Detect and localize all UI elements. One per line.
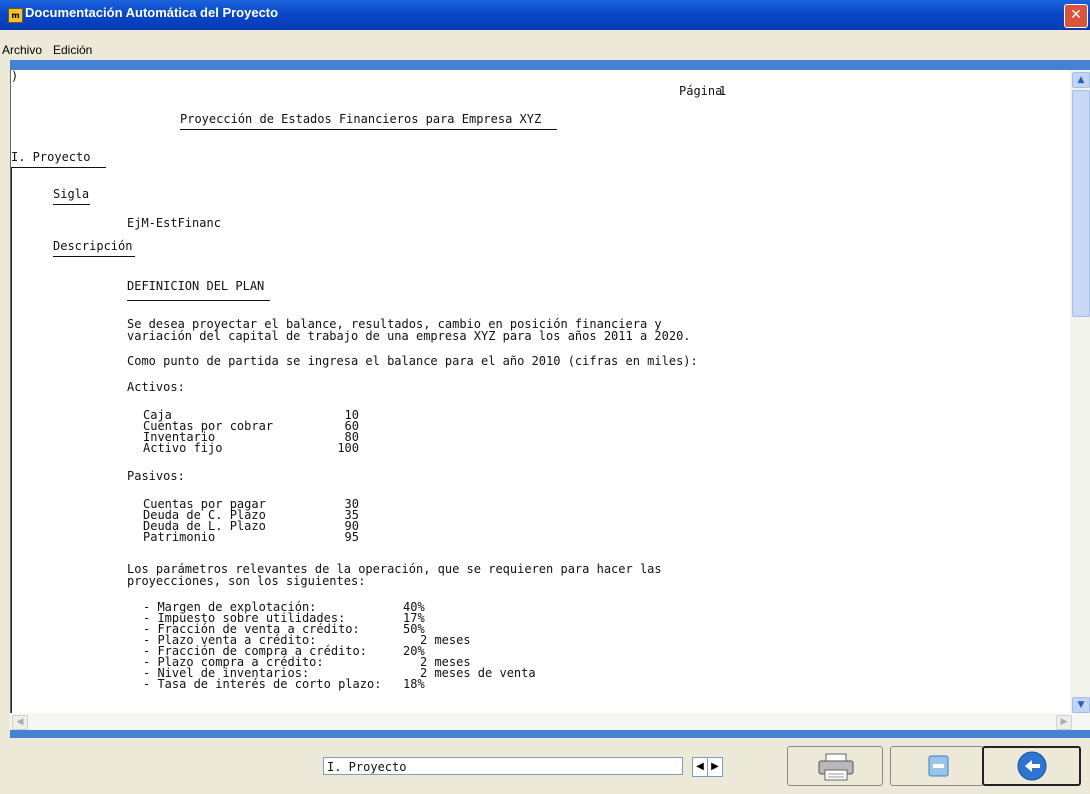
close-button[interactable]: ✕ xyxy=(1064,4,1088,28)
title-bar: m Documentación Automática del Proyecto … xyxy=(0,0,1090,30)
page-label: Página xyxy=(679,84,723,98)
paragraph-line: variación del capital de trabajo de una … xyxy=(127,329,691,343)
parametro-value: 2 meses xyxy=(420,633,471,647)
sigla-heading: Sigla xyxy=(53,187,90,201)
scroll-right-button[interactable]: ▶ xyxy=(1056,715,1072,730)
activo-value: 100 xyxy=(337,441,359,455)
previous-section-button[interactable]: ◀ xyxy=(692,757,708,777)
paragraph-line: proyecciones, son los siguientes: xyxy=(127,574,366,588)
page-number: 1 xyxy=(719,84,727,98)
bottom-toolbar: I. Proyecto ◀ ▶ xyxy=(10,738,1090,794)
scroll-up-button[interactable]: ▲ xyxy=(1072,72,1090,88)
back-arrow-icon xyxy=(1017,751,1047,781)
app-icon: m xyxy=(8,8,23,23)
next-section-button[interactable]: ▶ xyxy=(707,757,723,777)
print-button[interactable] xyxy=(787,746,883,786)
minimize-view-button[interactable] xyxy=(890,746,984,786)
parametro-value: 18% xyxy=(403,677,425,691)
back-button[interactable] xyxy=(982,746,1081,786)
plan-underline xyxy=(127,300,270,301)
section-underline xyxy=(11,167,106,168)
document-title: Proyección de Estados Financieros para E… xyxy=(180,112,542,126)
pasivos-heading: Pasivos: xyxy=(127,469,185,483)
section-navigator-field[interactable]: I. Proyecto xyxy=(323,757,683,775)
activos-heading: Activos: xyxy=(127,380,185,394)
margin-line xyxy=(11,167,12,713)
document-view[interactable]: ) Página 1 Proyección de Estados Financi… xyxy=(10,70,1071,713)
pasivo-value: 95 xyxy=(344,530,359,544)
parametro-name: - Tasa de interés de corto plazo: xyxy=(143,677,382,691)
paragraph-line: Como punto de partida se ingresa el bala… xyxy=(127,354,698,368)
pasivo-name: Patrimonio xyxy=(143,530,216,544)
minimize-icon xyxy=(928,755,949,777)
scroll-down-button[interactable]: ▼ xyxy=(1072,697,1090,713)
section-heading: I. Proyecto xyxy=(11,150,91,164)
printer-icon xyxy=(818,753,854,781)
bottom-accent-bar xyxy=(10,730,1090,738)
parametro-value: 2 meses de venta xyxy=(420,666,536,680)
plan-heading: DEFINICION DEL PLAN xyxy=(127,279,265,293)
activo-name: Activo fijo xyxy=(143,441,223,455)
cursor-mark: ) xyxy=(11,70,19,83)
scroll-thumb[interactable] xyxy=(1072,90,1090,317)
menu-bar: Archivo Edición xyxy=(0,30,1090,60)
scroll-left-button[interactable]: ◀ xyxy=(12,715,28,730)
descripcion-underline xyxy=(53,256,135,257)
title-underline xyxy=(180,129,557,130)
sigla-underline xyxy=(53,204,90,205)
sigla-value: EjM-EstFinanc xyxy=(127,216,221,230)
descripcion-heading: Descripción xyxy=(53,239,133,253)
menu-archivo[interactable]: Archivo xyxy=(2,43,42,57)
menu-edicion[interactable]: Edición xyxy=(53,43,92,57)
vertical-scrollbar[interactable]: ▲ ▼ xyxy=(1070,70,1090,713)
top-accent-bar xyxy=(10,60,1090,70)
horizontal-scrollbar[interactable]: ◀ ▶ xyxy=(10,713,1090,730)
window-title: Documentación Automática del Proyecto xyxy=(25,5,279,20)
